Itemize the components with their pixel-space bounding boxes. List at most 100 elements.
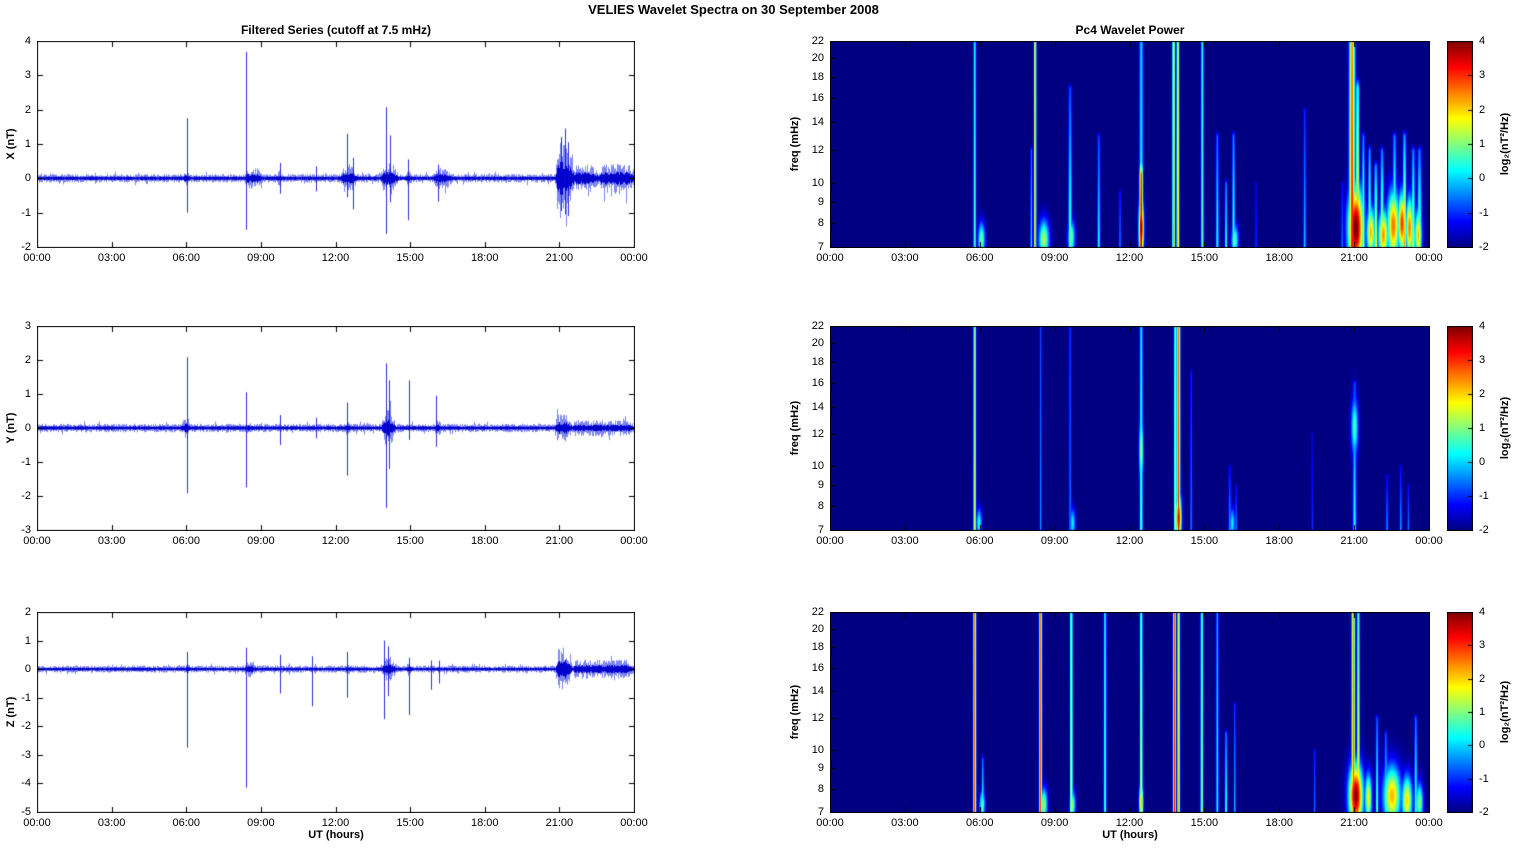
ytick-label-z-wavelet: 18 xyxy=(811,641,824,654)
z-wavelet-ylabel: freq (mHz) xyxy=(789,684,801,740)
panel-x-series xyxy=(37,41,635,248)
figure-root: VELIES Wavelet Spectra on 30 September 2… xyxy=(0,0,1515,851)
xtick-label-z-series: 00:00 xyxy=(23,817,51,829)
ytick-label-z-wavelet: 22 xyxy=(811,606,824,618)
ytick-label-x-wavelet: 18 xyxy=(811,71,824,84)
xtick-label-z-series: 12:00 xyxy=(321,817,350,829)
xtick-label-x-wavelet: 03:00 xyxy=(891,252,919,264)
colorbar-tick-label: 0 xyxy=(1479,456,1486,468)
xtick-label-y-wavelet: 00:00 xyxy=(1415,535,1443,547)
colorbar-tick-label: 4 xyxy=(1479,606,1486,618)
ytick-label-y-wavelet: 22 xyxy=(811,320,824,332)
ytick-label-x-series: 1 xyxy=(24,138,31,150)
colorbar-y xyxy=(1447,326,1473,536)
xtick-label-z-series: 21:00 xyxy=(545,817,574,829)
x-series-plot xyxy=(37,41,635,248)
colorbar-tick-label: 3 xyxy=(1479,639,1486,652)
xtick-label-x-series: 21:00 xyxy=(545,252,574,264)
xtick-label-z-series: 09:00 xyxy=(247,817,275,829)
colorbar-z-gradient xyxy=(1447,612,1473,813)
colorbar-x xyxy=(1447,41,1473,253)
y-series-plot xyxy=(37,326,635,531)
ytick-label-z-wavelet: 16 xyxy=(811,661,824,674)
ytick-label-y-series: 0 xyxy=(24,422,31,434)
colorbar-tick-label: 0 xyxy=(1479,172,1486,185)
xtick-label-z-wavelet: 06:00 xyxy=(965,817,994,829)
ytick-label-z-series: -3 xyxy=(21,748,31,761)
xtick-label-z-wavelet: 15:00 xyxy=(1190,817,1219,829)
ytick-label-z-series: 0 xyxy=(24,663,31,676)
xtick-label-y-series: 00:00 xyxy=(620,535,648,547)
xtick-label-y-series: 00:00 xyxy=(23,535,51,547)
panel-z-wavelet xyxy=(830,612,1430,813)
colorbar-z-label: log₂(nT²/Hz) xyxy=(1499,680,1511,744)
colorbar-tick-label: 2 xyxy=(1479,672,1486,685)
xtick-label-y-series: 18:00 xyxy=(470,535,499,547)
x-wavelet-spectrogram xyxy=(830,41,1430,248)
colorbar-tick-label: 0 xyxy=(1479,739,1486,752)
xtick-label-z-wavelet: 00:00 xyxy=(1415,817,1443,829)
ytick-label-x-wavelet: 8 xyxy=(817,216,824,229)
ytick-label-z-wavelet: 20 xyxy=(811,622,824,635)
ytick-label-x-wavelet: 9 xyxy=(817,195,824,208)
xtick-label-y-wavelet: 03:00 xyxy=(891,535,919,547)
ytick-label-y-wavelet: 8 xyxy=(817,500,824,513)
panel-y-series xyxy=(37,326,635,531)
y-series-ylabel: Y (nT) xyxy=(5,412,17,444)
colorbar-tick-label: 2 xyxy=(1479,388,1486,400)
ytick-label-y-wavelet: 20 xyxy=(811,336,824,349)
colorbar-x-label: log₂(nT²/Hz) xyxy=(1499,112,1511,176)
xtick-label-z-wavelet: 09:00 xyxy=(1040,817,1069,829)
xtick-label-y-wavelet: 21:00 xyxy=(1340,535,1368,547)
ytick-label-y-series: 3 xyxy=(24,320,31,332)
xtick-label-x-series: 00:00 xyxy=(620,252,648,264)
ytick-label-y-series: -2 xyxy=(21,490,31,502)
colorbar-tick-label: -2 xyxy=(1479,524,1489,536)
main-title: VELIES Wavelet Spectra on 30 September 2… xyxy=(588,2,879,17)
z-series-ylabel: Z (nT) xyxy=(5,696,17,728)
z-series-plot xyxy=(37,612,635,813)
ytick-label-x-series: 4 xyxy=(24,35,31,47)
ytick-label-x-series: 2 xyxy=(24,103,31,116)
right-column-title: Pc4 Wavelet Power xyxy=(1075,23,1185,37)
xtick-label-x-series: 12:00 xyxy=(321,252,350,264)
xtick-label-y-series: 15:00 xyxy=(396,535,424,547)
colorbar-tick-label: -2 xyxy=(1479,806,1489,818)
xtick-label-x-wavelet: 15:00 xyxy=(1190,252,1219,264)
left-xaxis-label: UT (hours) xyxy=(308,829,364,841)
xtick-label-x-series: 09:00 xyxy=(247,252,275,264)
ytick-label-z-wavelet: 9 xyxy=(817,762,824,775)
xtick-label-x-wavelet: 21:00 xyxy=(1340,252,1368,264)
colorbar-tick-label: 1 xyxy=(1479,706,1486,718)
ytick-label-y-wavelet: 14 xyxy=(811,400,824,413)
xtick-label-y-wavelet: 06:00 xyxy=(965,535,994,547)
ytick-label-x-wavelet: 20 xyxy=(811,52,824,65)
ytick-label-z-series: 2 xyxy=(24,606,31,618)
ytick-label-x-series: 3 xyxy=(24,69,31,82)
xtick-label-z-wavelet: 00:00 xyxy=(816,817,844,829)
left-column-title: Filtered Series (cutoff at 7.5 mHz) xyxy=(240,23,432,37)
xtick-label-z-wavelet: 21:00 xyxy=(1340,817,1368,829)
xtick-label-z-series: 06:00 xyxy=(172,817,201,829)
xtick-label-z-wavelet: 12:00 xyxy=(1115,817,1144,829)
x-wavelet-ylabel: freq (mHz) xyxy=(789,116,801,172)
ytick-label-x-series: 0 xyxy=(24,172,31,185)
z-wavelet-spectrogram xyxy=(830,612,1430,813)
xtick-label-y-series: 06:00 xyxy=(172,535,201,547)
xtick-label-y-wavelet: 12:00 xyxy=(1115,535,1144,547)
x-series-ylabel: X (nT) xyxy=(5,128,17,160)
xtick-label-y-series: 21:00 xyxy=(545,535,574,547)
colorbar-tick-label: -1 xyxy=(1479,206,1489,219)
colorbar-z xyxy=(1447,612,1473,818)
ytick-label-y-wavelet: 12 xyxy=(811,427,824,440)
xtick-label-x-series: 18:00 xyxy=(470,252,499,264)
xtick-label-x-series: 00:00 xyxy=(23,252,51,264)
xtick-label-z-series: 15:00 xyxy=(396,817,424,829)
right-xaxis-label: UT (hours) xyxy=(1102,829,1158,841)
ytick-label-x-series: -1 xyxy=(21,206,31,219)
ytick-label-z-wavelet: 12 xyxy=(811,711,824,724)
xtick-label-x-series: 03:00 xyxy=(97,252,126,264)
ytick-label-x-wavelet: 16 xyxy=(811,92,824,105)
ytick-label-y-series: 2 xyxy=(24,354,31,366)
colorbar-tick-label: 2 xyxy=(1479,103,1486,116)
